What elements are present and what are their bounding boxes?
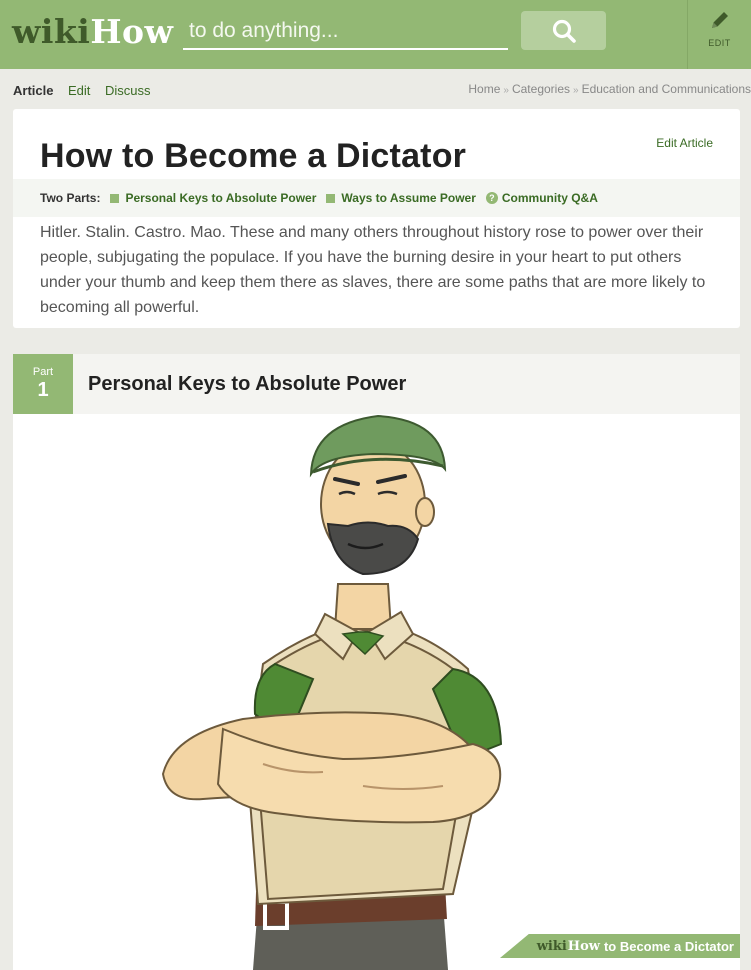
logo-wiki-text: wiki (12, 12, 91, 51)
watermark-wiki: wiki (536, 938, 567, 954)
part-header: Part 1 Personal Keys to Absolute Power (13, 354, 740, 414)
breadcrumb-separator: » (503, 85, 509, 96)
tab-discuss[interactable]: Discuss (105, 83, 151, 98)
watermark-text: to Become a Dictator (603, 938, 734, 954)
intro-paragraph: Hitler. Stalin. Castro. Mao. These and m… (40, 224, 706, 316)
edit-label: EDIT (708, 38, 731, 48)
part-number-badge: Part 1 (13, 354, 73, 414)
page-title: How to Become a Dictator (40, 137, 467, 175)
article-subnav: Article Edit Discuss Home» Categories» Edu… (0, 69, 751, 109)
article-intro-card: How to Become a Dictator Edit Article Tw… (13, 109, 740, 328)
part-badge-label: Part (32, 366, 54, 378)
tab-edit[interactable]: Edit (68, 83, 90, 98)
part-link-label: Community Q&A (501, 191, 598, 205)
search-input[interactable] (183, 14, 508, 50)
tab-article[interactable]: Article (13, 83, 53, 98)
edit-button[interactable]: EDIT (687, 0, 751, 69)
wikihow-logo[interactable]: wikiHow (12, 12, 173, 52)
breadcrumb: Home» Categories» Education and Communicat… (468, 82, 751, 96)
part-link-ways-to-assume[interactable]: Ways to Assume Power (326, 191, 476, 205)
search-icon (552, 19, 576, 43)
watermark-how: How (567, 938, 600, 954)
part-title: Personal Keys to Absolute Power (88, 373, 407, 395)
breadcrumb-categories[interactable]: Categories (512, 82, 570, 96)
logo-how-text: How (90, 12, 174, 51)
search-button[interactable] (521, 11, 606, 50)
top-header: wikiHow EDIT (0, 0, 751, 69)
parts-nav: Two Parts: Personal Keys to Absolute Pow… (13, 179, 740, 217)
part-link-personal-keys[interactable]: Personal Keys to Absolute Power (110, 191, 316, 205)
part-link-label: Ways to Assume Power (341, 191, 476, 205)
question-icon: ? (485, 192, 498, 204)
pencil-icon (711, 12, 728, 28)
part-link-community-qa[interactable]: ? Community Q&A (485, 191, 598, 205)
breadcrumb-home[interactable]: Home (468, 82, 500, 96)
image-watermark: wiki How to Become a Dictator (500, 934, 740, 958)
part-1-section: Part 1 Personal Keys to Absolute Power w… (13, 354, 740, 970)
square-bullet-icon (326, 193, 336, 203)
dictator-illustration (161, 414, 503, 970)
step-illustration[interactable]: wiki How to Become a Dictator (13, 414, 740, 970)
breadcrumb-separator: » (573, 85, 579, 96)
breadcrumb-education[interactable]: Education and Communications (582, 82, 751, 96)
edit-article-link[interactable]: Edit Article (656, 136, 713, 150)
part-badge-number: 1 (37, 379, 49, 401)
parts-label: Two Parts: (40, 191, 101, 205)
part-link-label: Personal Keys to Absolute Power (125, 191, 317, 205)
square-bullet-icon (110, 193, 120, 203)
